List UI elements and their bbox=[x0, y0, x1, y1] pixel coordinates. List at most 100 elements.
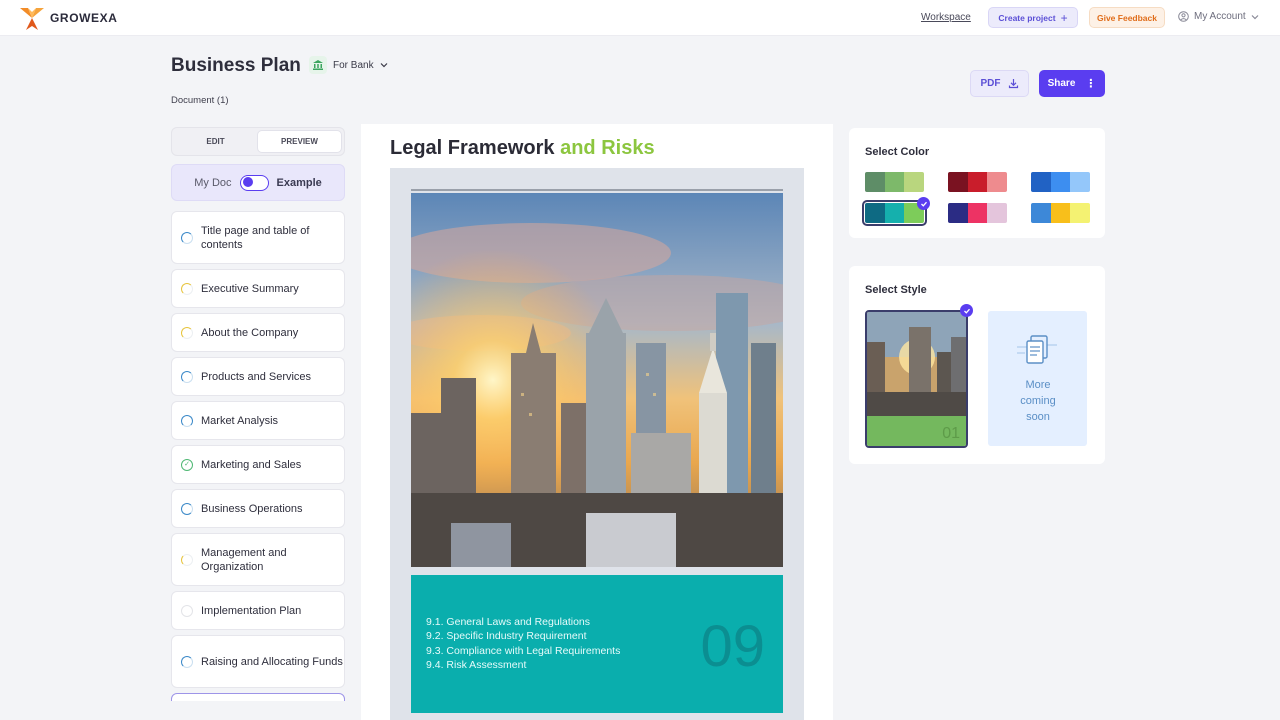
document-preview: Legal Framework and Risks 9.1. General L… bbox=[361, 124, 833, 720]
section-label: Raising and Allocating Funds bbox=[201, 655, 343, 668]
document-icon bbox=[1017, 335, 1057, 364]
style-option-1[interactable]: 01 bbox=[865, 310, 968, 448]
create-project-button[interactable]: Create project + bbox=[988, 7, 1078, 28]
selected-check-icon bbox=[917, 197, 930, 210]
palette-color-chip bbox=[1070, 203, 1090, 223]
more-vertical-icon[interactable]: ⋮ bbox=[1085, 78, 1096, 89]
palette-color-chip bbox=[904, 172, 924, 192]
workspace-link[interactable]: Workspace bbox=[921, 12, 971, 23]
title-accent: and Risks bbox=[560, 137, 655, 159]
palette-color-chip bbox=[948, 203, 968, 223]
progress-ring-icon bbox=[181, 655, 193, 668]
logo[interactable]: GROWEXA bbox=[18, 4, 118, 32]
palette-color-chip bbox=[967, 172, 988, 192]
section-item[interactable]: Market Analysis bbox=[171, 401, 345, 440]
style-thumbnail-image bbox=[867, 312, 966, 416]
toggle-label-example[interactable]: Example bbox=[277, 177, 322, 189]
section-label: Products and Services bbox=[201, 370, 312, 383]
color-palette-swatch[interactable] bbox=[948, 203, 1007, 223]
style-thumbnail-footer: 01 bbox=[867, 416, 966, 446]
color-palette-swatch[interactable] bbox=[865, 172, 924, 192]
selected-check-icon bbox=[960, 304, 973, 317]
download-icon bbox=[1008, 79, 1018, 89]
edit-preview-tabs: EDIT PREVIEW bbox=[171, 127, 345, 156]
palette-color-chip bbox=[1070, 172, 1090, 192]
section-label: Business Operations bbox=[201, 502, 303, 515]
select-color-card: Select Color bbox=[849, 128, 1105, 238]
page-title: Business Plan bbox=[171, 55, 301, 76]
city-skyline-image bbox=[411, 193, 783, 567]
progress-ring-icon bbox=[181, 370, 193, 383]
document-count[interactable]: Document (1) bbox=[171, 95, 229, 106]
pdf-label: PDF bbox=[980, 78, 1001, 89]
palette-color-chip bbox=[884, 203, 905, 223]
section-item[interactable]: About the Company bbox=[171, 313, 345, 352]
section-item[interactable] bbox=[171, 693, 345, 701]
section-item[interactable]: Management and Organization bbox=[171, 533, 345, 586]
pdf-download-button[interactable]: PDF bbox=[970, 70, 1029, 97]
toc-item: 9.4. Risk Assessment bbox=[426, 658, 527, 671]
palette-color-chip bbox=[967, 203, 988, 223]
style-number: 01 bbox=[942, 425, 960, 442]
plus-icon: + bbox=[1060, 10, 1068, 25]
section-item[interactable]: Title page and table of contents bbox=[171, 211, 345, 264]
tab-edit[interactable]: EDIT bbox=[174, 130, 257, 153]
section-label: Marketing and Sales bbox=[201, 458, 302, 471]
mydoc-example-toggle: My Doc Example bbox=[171, 164, 345, 201]
section-item[interactable]: Products and Services bbox=[171, 357, 345, 396]
give-feedback-button[interactable]: Give Feedback bbox=[1089, 7, 1165, 28]
document-type-label: For Bank bbox=[333, 59, 374, 71]
color-palette-swatch[interactable] bbox=[862, 200, 927, 226]
chevron-down-icon bbox=[380, 63, 388, 68]
palette-color-chip bbox=[1050, 203, 1071, 223]
section-label: Implementation Plan bbox=[201, 604, 302, 617]
toggle-knob bbox=[242, 177, 253, 187]
palette-color-chip bbox=[987, 172, 1007, 192]
create-project-label: Create project bbox=[998, 12, 1056, 23]
give-feedback-label: Give Feedback bbox=[1096, 12, 1157, 23]
section-item[interactable]: ✓ Marketing and Sales bbox=[171, 445, 345, 484]
section-item[interactable]: Executive Summary bbox=[171, 269, 345, 308]
toggle-label-mydoc[interactable]: My Doc bbox=[194, 177, 231, 189]
color-palette-swatch[interactable] bbox=[1031, 172, 1090, 192]
style-option-coming-soon: More coming soon bbox=[988, 311, 1087, 446]
color-palette-swatch[interactable] bbox=[1031, 203, 1090, 223]
account-label: My Account bbox=[1194, 11, 1246, 22]
toc-item: 9.1. General Laws and Regulations bbox=[426, 616, 591, 628]
brand-name: GROWEXA bbox=[50, 11, 118, 25]
share-label: Share bbox=[1047, 78, 1076, 89]
chevron-down-icon bbox=[1251, 14, 1259, 19]
section-item[interactable]: Business Operations bbox=[171, 489, 345, 528]
palette-color-chip bbox=[948, 172, 968, 192]
palette-color-chip bbox=[1050, 172, 1071, 192]
preview-section-title: Legal Framework and Risks bbox=[390, 137, 655, 160]
account-menu[interactable]: My Account bbox=[1178, 11, 1259, 22]
section-label: Executive Summary bbox=[201, 282, 299, 295]
section-item[interactable]: Raising and Allocating Funds bbox=[171, 635, 345, 688]
share-button[interactable]: Share ⋮ bbox=[1039, 70, 1105, 97]
top-bar: GROWEXA Workspace Create project + Give … bbox=[0, 0, 1280, 36]
palette-color-chip bbox=[865, 203, 885, 223]
section-label: Market Analysis bbox=[201, 414, 279, 427]
color-palette-swatch[interactable] bbox=[948, 172, 1007, 192]
section-label: About the Company bbox=[201, 326, 299, 339]
growexa-logo-icon bbox=[20, 8, 44, 30]
toc-item: 9.3. Compliance with Legal Requirements bbox=[426, 644, 621, 657]
section-item[interactable]: Implementation Plan bbox=[171, 591, 345, 630]
document-type-selector[interactable]: For Bank bbox=[309, 56, 388, 74]
progress-ring-icon bbox=[181, 282, 193, 295]
tab-preview[interactable]: PREVIEW bbox=[257, 130, 342, 153]
example-toggle-switch[interactable] bbox=[239, 174, 269, 191]
chapter-toc: 9.1. General Laws and Regulations 9.2. S… bbox=[426, 615, 620, 672]
title-main: Legal Framework bbox=[390, 137, 555, 159]
progress-ring-icon bbox=[181, 553, 193, 566]
palette-color-chip bbox=[1031, 172, 1051, 192]
chapter-toc-box: 9.1. General Laws and Regulations 9.2. S… bbox=[411, 575, 783, 713]
progress-ring-icon bbox=[181, 326, 193, 339]
select-style-card: Select Style 01 More coming soon bbox=[849, 266, 1105, 464]
check-circle-icon: ✓ bbox=[181, 458, 193, 471]
page-divider bbox=[411, 189, 783, 191]
progress-ring-icon bbox=[181, 414, 193, 427]
select-style-title: Select Style bbox=[865, 284, 927, 296]
palette-color-chip bbox=[884, 172, 905, 192]
